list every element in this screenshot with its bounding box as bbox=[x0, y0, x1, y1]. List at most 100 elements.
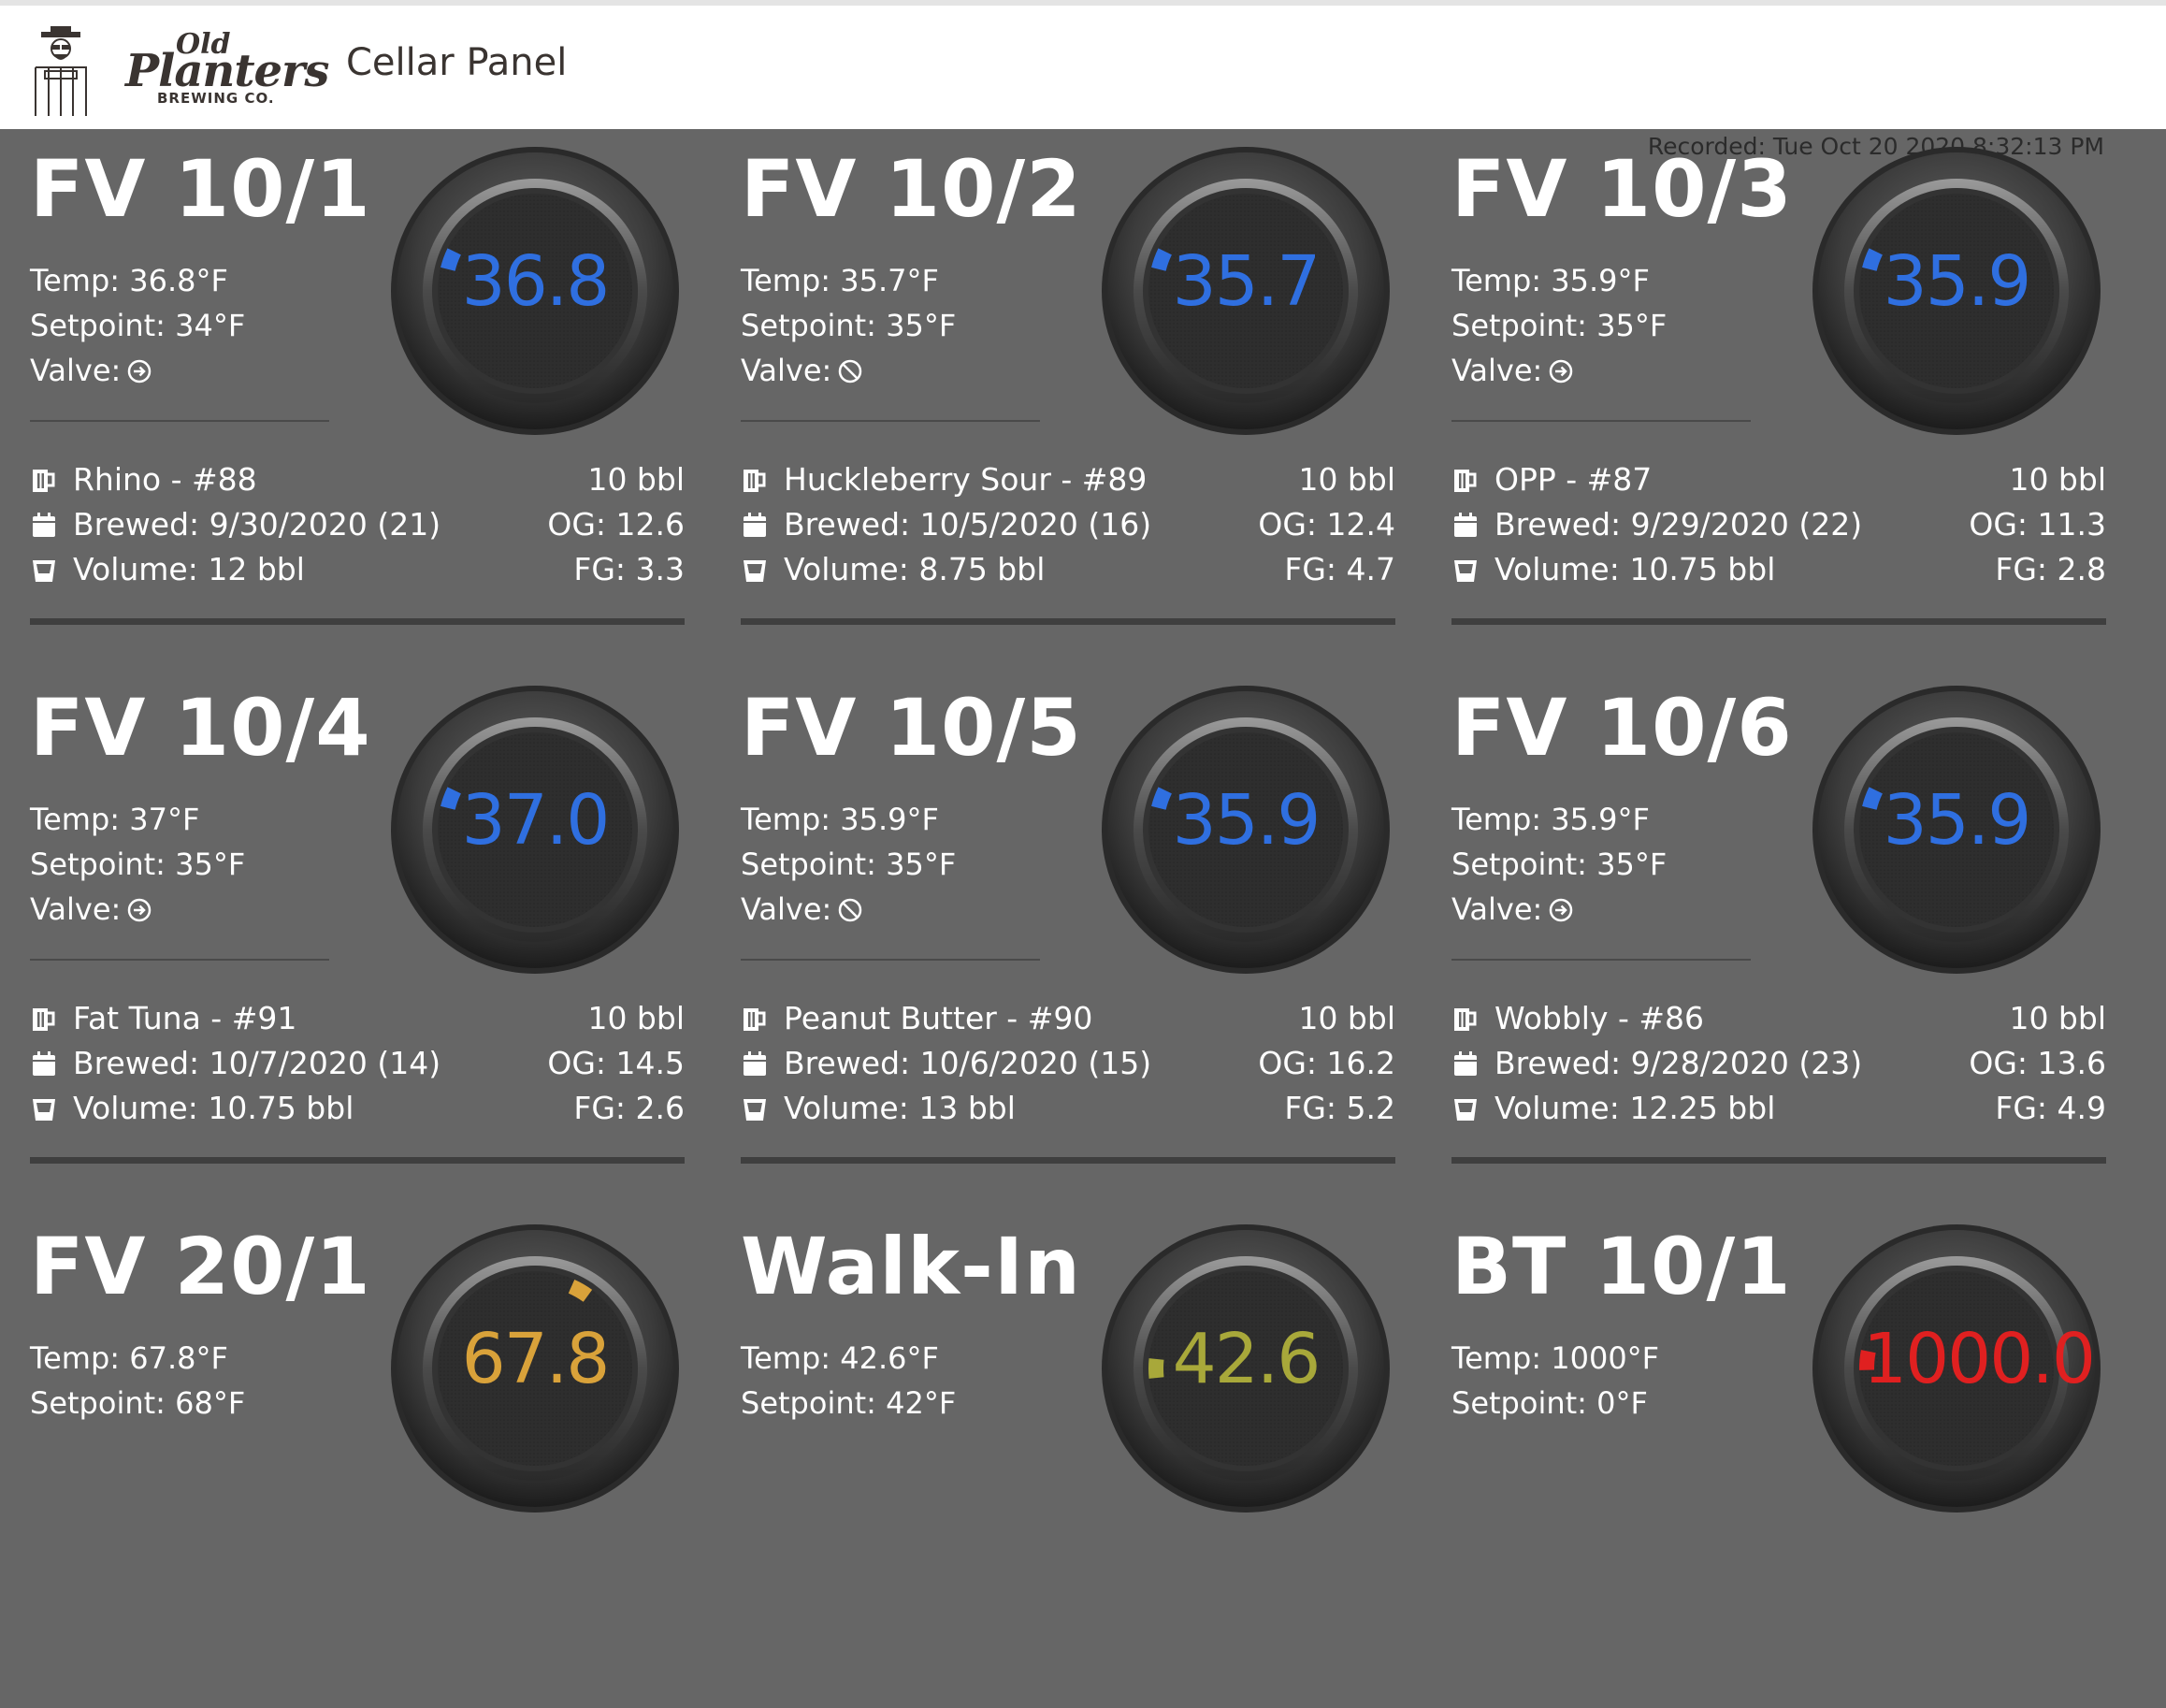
glass-icon bbox=[1451, 556, 1480, 584]
final-gravity: FG: 2.6 bbox=[573, 1090, 685, 1126]
beer-row: Peanut Butter - #90 10 bbl bbox=[741, 1003, 1395, 1034]
beer-row: Fat Tuna - #91 10 bbl bbox=[30, 1003, 685, 1034]
temp-reading: Temp: 35.7°F bbox=[741, 263, 939, 298]
temperature-gauge: 35.7 bbox=[1101, 146, 1391, 436]
temp-reading: Temp: 36.8°F bbox=[30, 263, 228, 298]
brewed-row: Brewed: 9/30/2020 (21) OG: 12.6 bbox=[30, 509, 685, 540]
volume-value: Volume: 12.25 bbl bbox=[1495, 1090, 1776, 1126]
valve-status: Valve: bbox=[1451, 355, 1574, 385]
temperature-gauge: 1000.0 bbox=[1812, 1223, 2101, 1513]
final-gravity: FG: 4.7 bbox=[1284, 551, 1395, 587]
card-separator bbox=[30, 618, 685, 625]
calendar-icon bbox=[30, 1049, 58, 1078]
gauge-value: 36.8 bbox=[461, 241, 611, 322]
gauge-value: 1000.0 bbox=[1863, 1319, 2096, 1399]
divider bbox=[1451, 420, 1751, 422]
gauge-value: 42.6 bbox=[1172, 1319, 1321, 1399]
fermenter-card[interactable]: FV 10/1 Temp: 36.8°F Setpoint: 34°F Valve: R… bbox=[30, 88, 689, 630]
beer-row: Huckleberry Sour - #89 10 bbl bbox=[741, 464, 1395, 495]
brewed-date: Brewed: 9/29/2020 (22) bbox=[1495, 506, 1863, 543]
volume-row: Volume: 10.75 bbl FG: 2.6 bbox=[30, 1093, 685, 1123]
fermenter-card[interactable]: BT 10/1 Temp: 1000°F Setpoint: 0°F 1000.0 bbox=[1451, 1165, 2111, 1708]
tank-size: 10 bbl bbox=[1298, 461, 1395, 498]
setpoint-reading: Setpoint: 35°F bbox=[1451, 308, 1668, 343]
beer-name: Huckleberry Sour - #89 bbox=[784, 461, 1148, 498]
original-gravity: OG: 16.2 bbox=[1258, 1045, 1395, 1081]
calendar-icon bbox=[30, 511, 58, 539]
brewed-row: Brewed: 10/5/2020 (16) OG: 12.4 bbox=[741, 509, 1395, 540]
valve-label: Valve: bbox=[30, 353, 122, 388]
calendar-icon bbox=[741, 1049, 769, 1078]
volume-row: Volume: 12.25 bbl FG: 4.9 bbox=[1451, 1093, 2106, 1123]
fermenter-card[interactable]: FV 10/4 Temp: 37°F Setpoint: 35°F Valve: Fat… bbox=[30, 627, 689, 1169]
fermenter-name: FV 10/4 bbox=[30, 682, 371, 774]
divider bbox=[1451, 959, 1751, 961]
original-gravity: OG: 12.4 bbox=[1258, 506, 1395, 543]
tank-size: 10 bbl bbox=[2009, 1000, 2106, 1036]
beer-row: Wobbly - #86 10 bbl bbox=[1451, 1003, 2106, 1034]
volume-value: Volume: 8.75 bbl bbox=[784, 551, 1046, 587]
temperature-gauge: 37.0 bbox=[390, 685, 680, 975]
valve-status: Valve: bbox=[30, 894, 152, 924]
valve-status: Valve: bbox=[741, 355, 863, 385]
gauge-value: 35.9 bbox=[1172, 780, 1321, 861]
ban-icon bbox=[837, 897, 863, 923]
fermenter-card[interactable]: FV 10/6 Temp: 35.9°F Setpoint: 35°F Valve: W… bbox=[1451, 627, 2111, 1169]
arrow-circle-right-icon bbox=[126, 897, 152, 923]
fermenter-card[interactable]: FV 20/1 Temp: 67.8°F Setpoint: 68°F 67.8 bbox=[30, 1165, 689, 1708]
temp-reading: Temp: 35.9°F bbox=[1451, 263, 1650, 298]
arrow-circle-right-icon bbox=[1548, 358, 1574, 384]
tank-size: 10 bbl bbox=[587, 1000, 685, 1036]
temp-reading: Temp: 67.8°F bbox=[30, 1340, 228, 1376]
valve-label: Valve: bbox=[1451, 353, 1543, 388]
volume-value: Volume: 10.75 bbl bbox=[1495, 551, 1776, 587]
fermenter-card[interactable]: FV 10/5 Temp: 35.9°F Setpoint: 35°F Valve: P… bbox=[741, 627, 1400, 1169]
beer-row: OPP - #87 10 bbl bbox=[1451, 464, 2106, 495]
temp-reading: Temp: 37°F bbox=[30, 802, 200, 837]
arrow-circle-right-icon bbox=[1548, 897, 1574, 923]
fermenter-name: Walk-In bbox=[741, 1221, 1081, 1312]
beer-name: OPP - #87 bbox=[1495, 461, 1653, 498]
fermenter-card[interactable]: FV 10/2 Temp: 35.7°F Setpoint: 35°F Valve: H… bbox=[741, 88, 1400, 630]
temp-reading: Temp: 35.9°F bbox=[741, 802, 939, 837]
valve-status: Valve: bbox=[1451, 894, 1574, 924]
beer-mug-icon bbox=[30, 466, 58, 494]
beer-mug-icon bbox=[741, 1005, 769, 1033]
fermenter-name: FV 10/5 bbox=[741, 682, 1082, 774]
card-separator bbox=[741, 618, 1395, 625]
calendar-icon bbox=[741, 511, 769, 539]
brewed-row: Brewed: 9/29/2020 (22) OG: 11.3 bbox=[1451, 509, 2106, 540]
setpoint-reading: Setpoint: 0°F bbox=[1451, 1385, 1648, 1421]
fermenter-name: FV 10/2 bbox=[741, 143, 1082, 235]
valve-status: Valve: bbox=[30, 355, 152, 385]
setpoint-reading: Setpoint: 35°F bbox=[741, 308, 957, 343]
fermenter-name: BT 10/1 bbox=[1451, 1221, 1792, 1312]
volume-value: Volume: 10.75 bbl bbox=[73, 1090, 354, 1126]
temp-reading: Temp: 42.6°F bbox=[741, 1340, 939, 1376]
calendar-icon bbox=[1451, 511, 1480, 539]
temp-reading: Temp: 1000°F bbox=[1451, 1340, 1660, 1376]
brewed-row: Brewed: 9/28/2020 (23) OG: 13.6 bbox=[1451, 1048, 2106, 1078]
card-separator bbox=[1451, 618, 2106, 625]
setpoint-reading: Setpoint: 42°F bbox=[741, 1385, 957, 1421]
divider bbox=[741, 959, 1040, 961]
divider bbox=[741, 420, 1040, 422]
gauge-value: 67.8 bbox=[461, 1319, 611, 1399]
brewed-date: Brewed: 9/30/2020 (21) bbox=[73, 506, 441, 543]
tank-size: 10 bbl bbox=[587, 461, 685, 498]
valve-label: Valve: bbox=[741, 891, 832, 927]
tank-size: 10 bbl bbox=[2009, 461, 2106, 498]
volume-row: Volume: 10.75 bbl FG: 2.8 bbox=[1451, 554, 2106, 585]
original-gravity: OG: 14.5 bbox=[547, 1045, 685, 1081]
fermenter-card[interactable]: Walk-In Temp: 42.6°F Setpoint: 42°F 42.6 bbox=[741, 1165, 1400, 1708]
fermenter-card[interactable]: FV 10/3 Temp: 35.9°F Setpoint: 35°F Valve: O… bbox=[1451, 88, 2111, 630]
volume-row: Volume: 13 bbl FG: 5.2 bbox=[741, 1093, 1395, 1123]
brewed-date: Brewed: 9/28/2020 (23) bbox=[1495, 1045, 1863, 1081]
card-separator bbox=[30, 1157, 685, 1164]
ban-icon bbox=[837, 358, 863, 384]
card-separator bbox=[1451, 1157, 2106, 1164]
final-gravity: FG: 3.3 bbox=[573, 551, 685, 587]
valve-status: Valve: bbox=[741, 894, 863, 924]
beer-name: Rhino - #88 bbox=[73, 461, 257, 498]
temperature-gauge: 35.9 bbox=[1812, 685, 2101, 975]
